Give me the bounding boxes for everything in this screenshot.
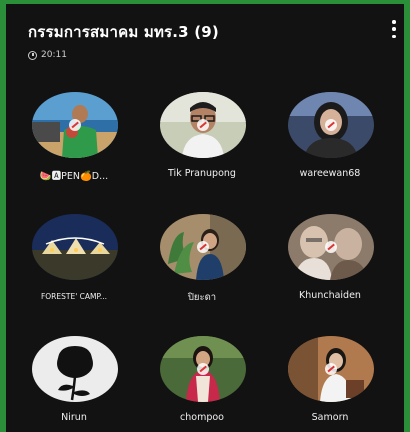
participant-name: Samorn bbox=[311, 412, 349, 423]
muted-mic-icon bbox=[197, 119, 209, 131]
participant-avatar bbox=[160, 92, 246, 158]
participant-tile[interactable]: Tik Pranupong bbox=[142, 82, 262, 192]
call-header: กรรมการสมาคม มทร.3 (9) 20:11 bbox=[28, 20, 398, 60]
muted-mic-icon bbox=[325, 119, 337, 131]
video-call-screen: กรรมการสมาคม มทร.3 (9) 20:11 🍉� bbox=[6, 4, 404, 432]
participant-tile[interactable]: FORESTE' CAMP... bbox=[14, 204, 134, 314]
more-options-icon[interactable] bbox=[390, 20, 398, 38]
participant-tile[interactable]: wareewan68 bbox=[270, 82, 390, 192]
call-timer: 20:11 bbox=[28, 50, 398, 60]
participant-tile[interactable]: ปิยะดา bbox=[142, 204, 262, 314]
muted-mic-icon bbox=[197, 363, 209, 375]
participant-avatar bbox=[32, 92, 118, 158]
rose-silhouette-icon bbox=[32, 336, 118, 402]
participant-name: chompoo bbox=[180, 412, 224, 423]
muted-mic-icon bbox=[325, 363, 337, 375]
participant-avatar bbox=[288, 336, 374, 402]
participant-avatar bbox=[288, 92, 374, 158]
participant-tile[interactable]: Khunchaiden bbox=[270, 204, 390, 314]
participant-tile[interactable]: chompoo bbox=[142, 326, 262, 432]
participant-tile[interactable]: Nirun bbox=[14, 326, 134, 432]
participant-tile[interactable]: 🍉🅰PEN🍊D... bbox=[14, 82, 134, 192]
muted-mic-icon bbox=[197, 241, 209, 253]
participant-name: wareewan68 bbox=[299, 168, 361, 179]
participant-name: Nirun bbox=[61, 412, 87, 423]
participant-name: ปิยะดา bbox=[187, 292, 217, 303]
muted-mic-icon bbox=[325, 241, 337, 253]
participant-avatar bbox=[160, 336, 246, 402]
participant-avatar bbox=[288, 214, 374, 280]
photo-forest-camp-logo bbox=[32, 214, 118, 280]
participant-tile[interactable]: Samorn bbox=[270, 326, 390, 432]
call-duration: 20:11 bbox=[41, 50, 67, 60]
muted-mic-icon bbox=[69, 119, 81, 131]
participant-name: Khunchaiden bbox=[299, 290, 361, 301]
group-title: กรรมการสมาคม มทร.3 (9) bbox=[28, 23, 219, 41]
participant-avatar bbox=[160, 214, 246, 280]
participant-name: FORESTE' CAMP... bbox=[40, 292, 108, 301]
participant-name: 🍉🅰PEN🍊D... bbox=[39, 171, 109, 182]
participant-name: Tik Pranupong bbox=[168, 168, 236, 179]
clock-icon bbox=[28, 50, 37, 60]
participant-avatar bbox=[32, 336, 118, 402]
participant-avatar bbox=[32, 214, 118, 280]
